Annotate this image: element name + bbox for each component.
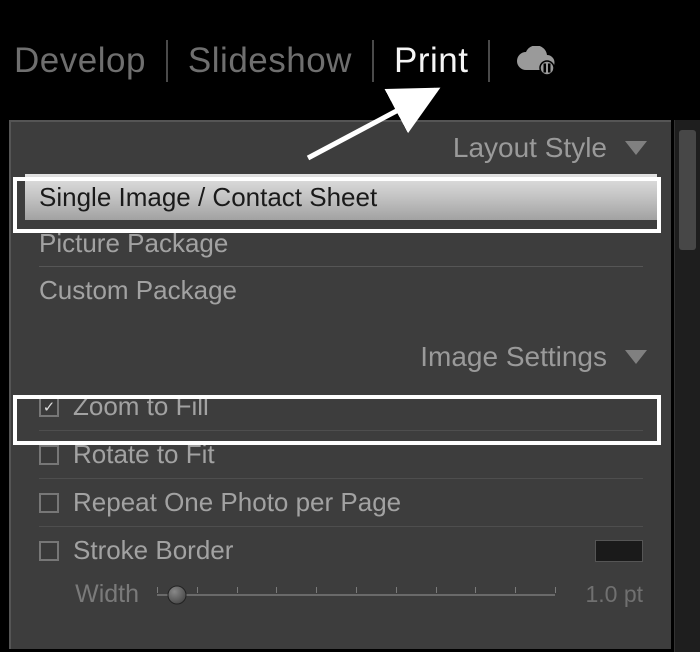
module-nav: Develop Slideshow Print bbox=[0, 0, 700, 100]
nav-print[interactable]: Print bbox=[392, 41, 470, 81]
setting-label: Zoom to Fill bbox=[73, 391, 209, 422]
stroke-width-row: Width 1.0 pt bbox=[39, 574, 643, 609]
scrollbar-thumb[interactable] bbox=[679, 130, 696, 250]
right-panel: Layout Style Single Image / Contact Shee… bbox=[9, 120, 671, 649]
checkbox[interactable] bbox=[39, 397, 59, 417]
checkbox[interactable] bbox=[39, 493, 59, 513]
setting-label: Rotate to Fit bbox=[73, 439, 215, 470]
setting-rotate-to-fit[interactable]: Rotate to Fit bbox=[39, 431, 643, 479]
panel-header-layout-style[interactable]: Layout Style bbox=[11, 122, 671, 174]
option-custom-package[interactable]: Custom Package bbox=[39, 267, 643, 313]
option-label: Custom Package bbox=[39, 275, 237, 305]
panel-title: Image Settings bbox=[420, 341, 607, 373]
chevron-down-icon bbox=[625, 141, 647, 155]
image-settings-list: Zoom to Fill Rotate to Fit Repeat One Ph… bbox=[11, 383, 671, 609]
layout-style-options: Single Image / Contact Sheet Picture Pac… bbox=[11, 174, 671, 313]
chevron-down-icon bbox=[625, 350, 647, 364]
setting-repeat-one-photo[interactable]: Repeat One Photo per Page bbox=[39, 479, 643, 527]
nav-slideshow[interactable]: Slideshow bbox=[186, 41, 354, 81]
panel-title: Layout Style bbox=[453, 132, 607, 164]
setting-zoom-to-fill[interactable]: Zoom to Fill bbox=[39, 383, 643, 431]
nav-separator bbox=[166, 40, 168, 82]
setting-label: Stroke Border bbox=[73, 535, 233, 566]
stroke-color-swatch[interactable] bbox=[595, 540, 643, 562]
option-label: Picture Package bbox=[39, 228, 228, 258]
slider-value: 1.0 pt bbox=[573, 581, 643, 608]
nav-separator bbox=[372, 40, 374, 82]
panel-scrollbar[interactable] bbox=[674, 120, 700, 652]
slider-thumb[interactable] bbox=[167, 585, 186, 604]
stroke-width-slider[interactable] bbox=[157, 583, 555, 607]
option-label: Single Image / Contact Sheet bbox=[39, 182, 377, 212]
setting-label: Repeat One Photo per Page bbox=[73, 487, 401, 518]
checkbox[interactable] bbox=[39, 445, 59, 465]
option-single-image-contact-sheet[interactable]: Single Image / Contact Sheet bbox=[25, 174, 657, 220]
panel-header-image-settings[interactable]: Image Settings bbox=[11, 331, 671, 383]
checkbox[interactable] bbox=[39, 541, 59, 561]
setting-stroke-border[interactable]: Stroke Border bbox=[39, 527, 643, 574]
nav-develop[interactable]: Develop bbox=[12, 41, 148, 81]
nav-separator bbox=[488, 40, 490, 82]
option-picture-package[interactable]: Picture Package bbox=[39, 220, 643, 267]
cloud-sync-icon[interactable] bbox=[514, 46, 558, 76]
slider-label: Width bbox=[61, 580, 139, 609]
